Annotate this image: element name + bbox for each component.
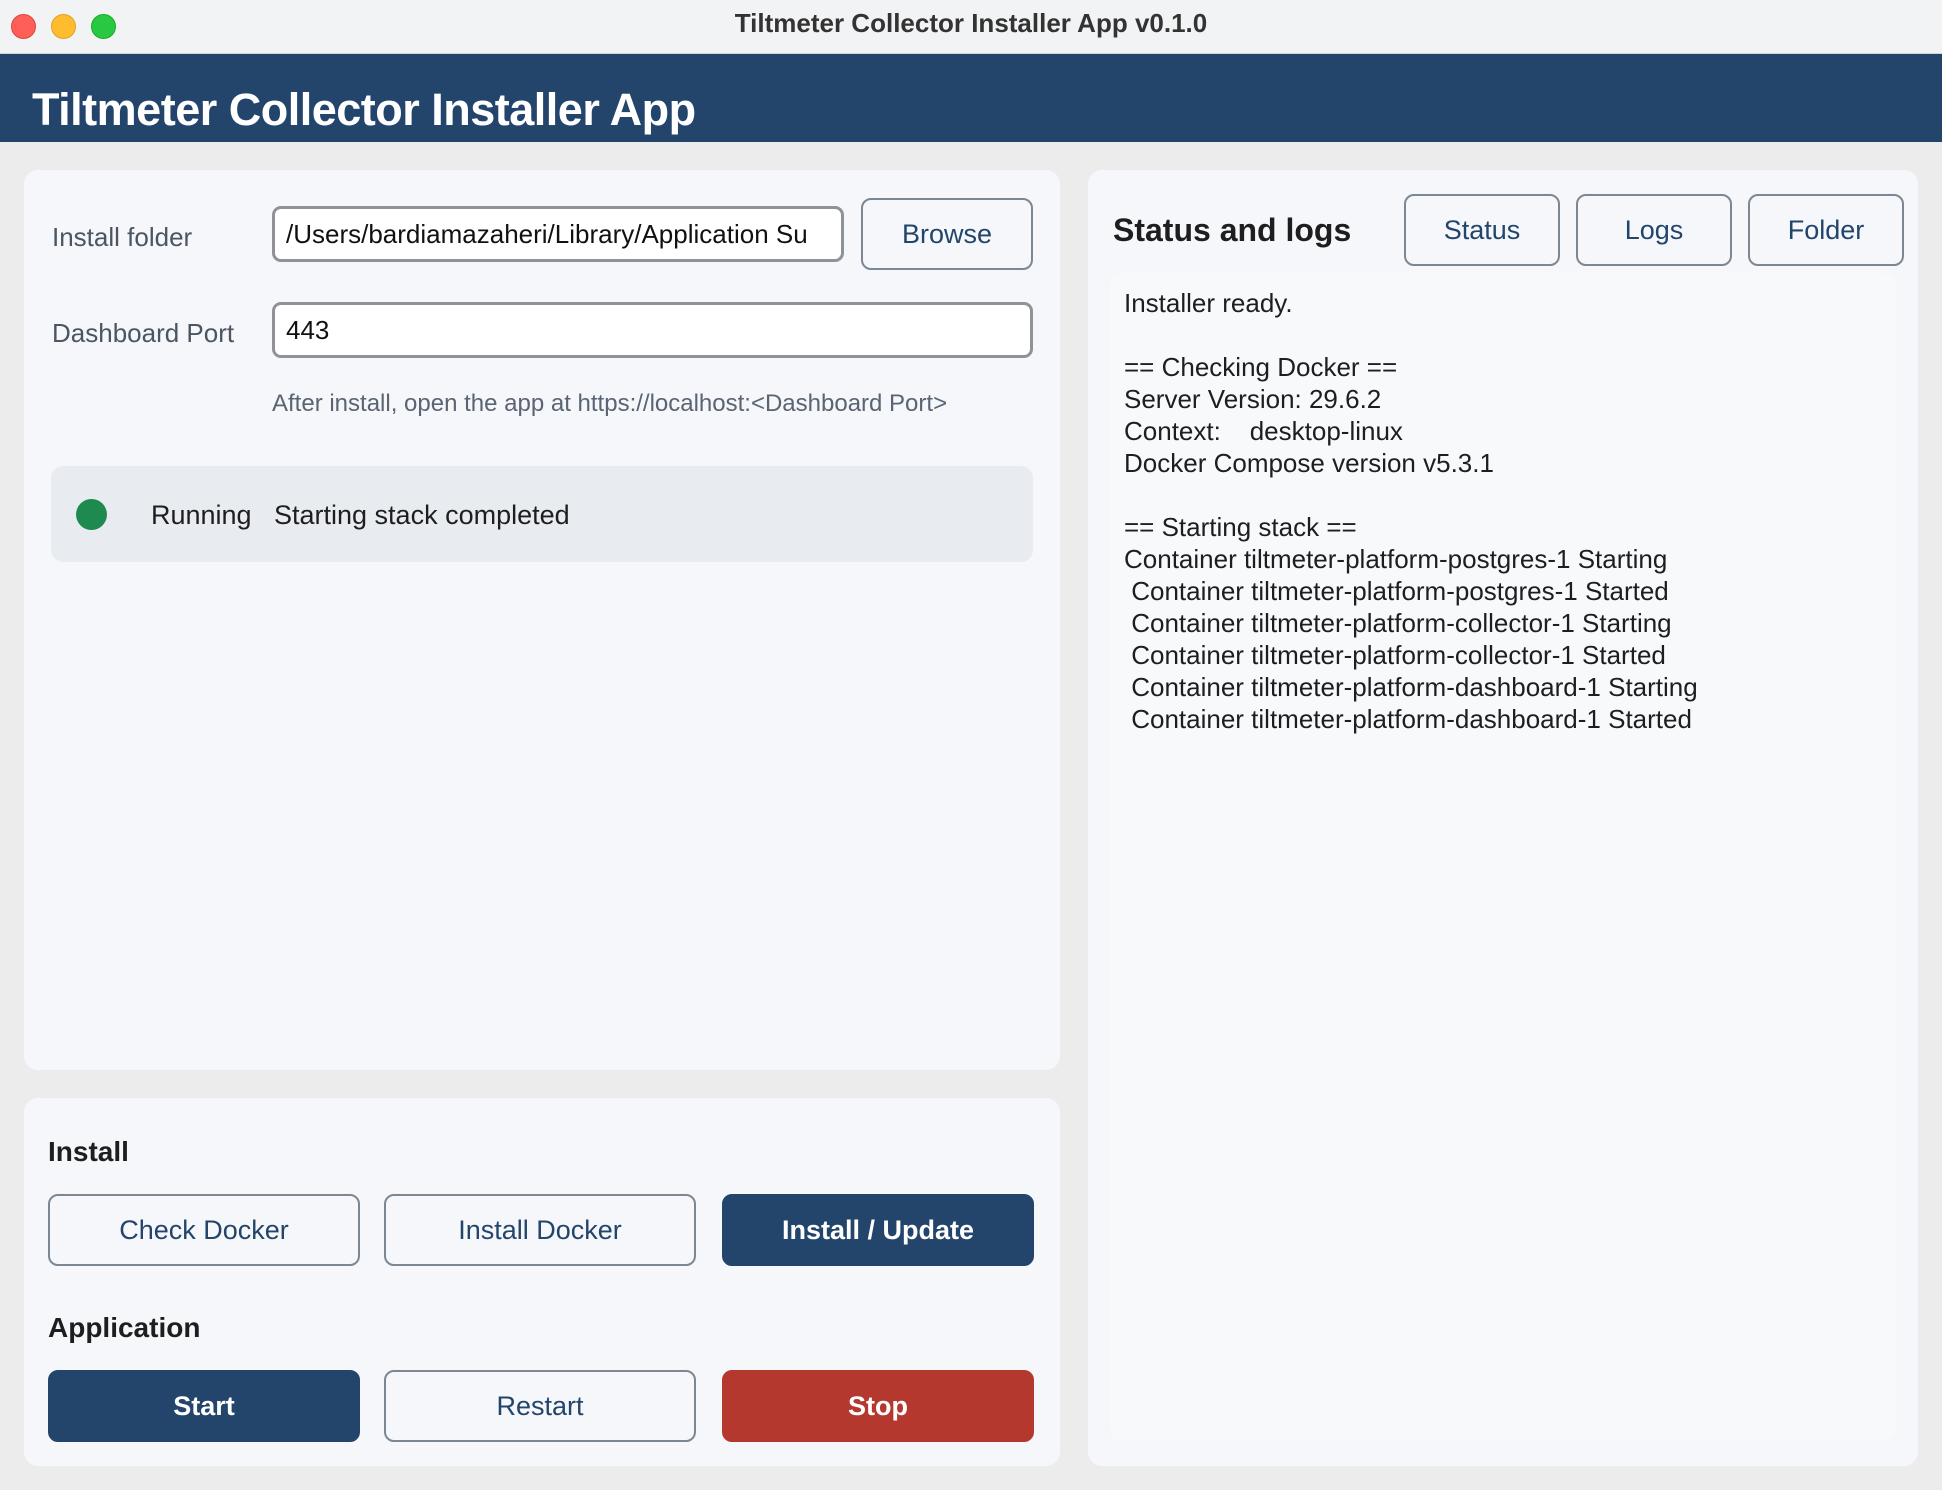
log-output[interactable]: Installer ready. == Checking Docker == S… <box>1110 273 1896 1441</box>
install-update-button[interactable]: Install / Update <box>722 1194 1034 1266</box>
dashboard-url-hint: After install, open the app at https://l… <box>272 390 948 417</box>
install-folder-input[interactable]: /Users/bardiamazaheri/Library/Applicatio… <box>272 206 844 262</box>
config-panel: Install folder /Users/bardiamazaheri/Lib… <box>24 170 1060 1070</box>
dashboard-port-input[interactable]: 443 <box>272 302 1033 358</box>
restart-button[interactable]: Restart <box>384 1370 696 1442</box>
status-message: Starting stack completed <box>274 500 570 530</box>
install-section-title: Install <box>48 1136 129 1167</box>
logs-title: Status and logs <box>1113 212 1352 248</box>
logs-panel: Status and logs Status Logs Folder Insta… <box>1088 170 1918 1466</box>
install-folder-label: Install folder <box>52 222 193 252</box>
status-box: Running Starting stack completed <box>51 466 1033 562</box>
install-docker-button[interactable]: Install Docker <box>384 1194 696 1266</box>
folder-button[interactable]: Folder <box>1748 194 1904 266</box>
application-section-title: Application <box>48 1312 201 1343</box>
actions-panel: Install Check Docker Install Docker Inst… <box>24 1098 1060 1466</box>
window-title: Tiltmeter Collector Installer App v0.1.0 <box>734 8 1208 38</box>
status-indicator-dot <box>76 499 107 530</box>
window-titlebar: Tiltmeter Collector Installer App v0.1.0 <box>0 0 1942 54</box>
stop-button[interactable]: Stop <box>722 1370 1034 1442</box>
start-button[interactable]: Start <box>48 1370 360 1442</box>
check-docker-button[interactable]: Check Docker <box>48 1194 360 1266</box>
logs-button[interactable]: Logs <box>1576 194 1732 266</box>
status-button[interactable]: Status <box>1404 194 1560 266</box>
browse-button[interactable]: Browse <box>861 198 1033 270</box>
app-header: Tiltmeter Collector Installer App <box>0 54 1942 142</box>
dashboard-port-label: Dashboard Port <box>52 318 235 348</box>
status-state: Running <box>151 500 252 530</box>
app-title: Tiltmeter Collector Installer App <box>32 84 696 135</box>
